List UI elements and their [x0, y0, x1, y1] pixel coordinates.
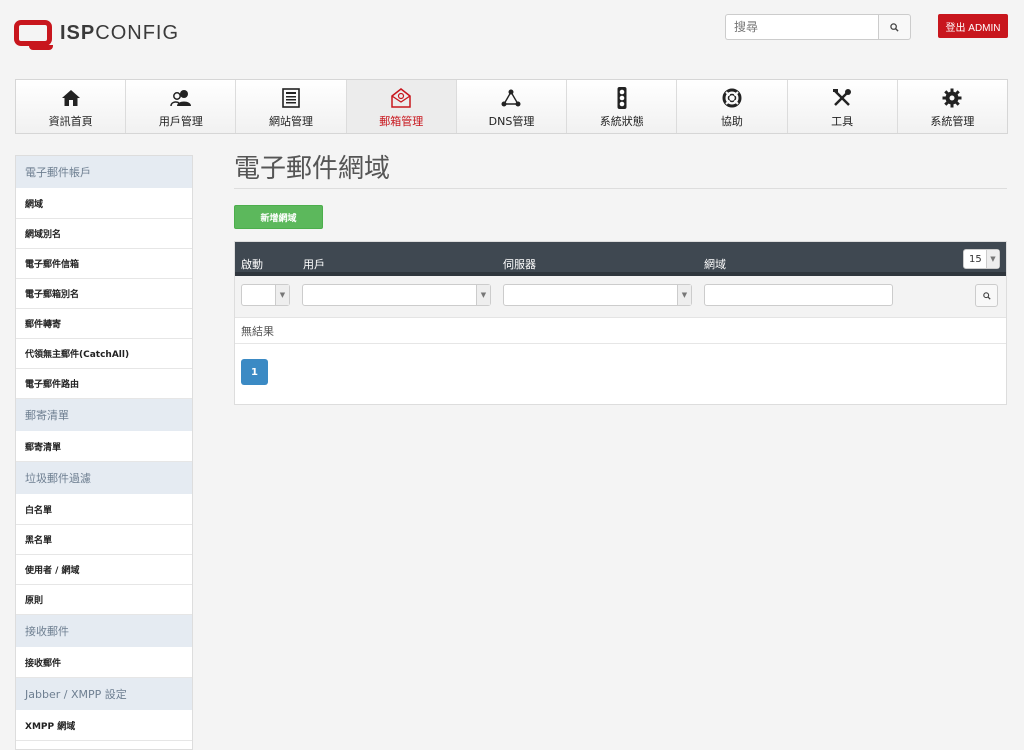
nav-label: 工具: [831, 115, 854, 128]
main-nav: 資訊首頁 用戶管理 網站管理 郵箱管理 DNS管理 系統狀態 協助 工具 系統管…: [15, 79, 1008, 134]
gear-icon: [942, 85, 962, 111]
chevron-down-icon: ▼: [985, 250, 999, 268]
nav-label: 郵箱管理: [379, 115, 424, 128]
nav-help[interactable]: 協助: [677, 80, 788, 133]
nav-label: 用戶管理: [158, 115, 203, 128]
ispconfig-logo[interactable]: ISPCONFIG: [14, 16, 179, 50]
filter-domain-input[interactable]: [704, 284, 893, 306]
nav-label: DNS管理: [488, 115, 535, 128]
sidebar-item-email-alias[interactable]: 電子郵箱別名: [16, 279, 192, 309]
website-icon: [282, 85, 300, 111]
nav-label: 網站管理: [269, 115, 314, 128]
per-page-select[interactable]: 15 ▼: [963, 249, 1000, 269]
logout-button[interactable]: 登出 ADMIN: [938, 14, 1008, 38]
sidebar-item-user-domain[interactable]: 使用者 / 網域: [16, 555, 192, 585]
tools-icon: [832, 85, 852, 111]
sidebar-group-title: 垃圾郵件過濾: [16, 462, 192, 495]
column-header-domain[interactable]: 網域: [704, 256, 726, 272]
nav-monitor[interactable]: 系統狀態: [567, 80, 678, 133]
chevron-down-icon: ▼: [677, 285, 691, 305]
table-header: 啟動 用戶 伺服器 網域 15 ▼: [235, 242, 1006, 276]
sidebar-item-policy[interactable]: 原則: [16, 585, 192, 615]
nav-dns[interactable]: DNS管理: [456, 80, 568, 133]
search-icon: [982, 291, 991, 300]
sidebar-item-domain[interactable]: 網域: [16, 189, 192, 219]
page-title: 電子郵件網域: [234, 154, 391, 184]
column-header-server[interactable]: 伺服器: [503, 256, 536, 272]
sidebar-item-routing[interactable]: 電子郵件路由: [16, 369, 192, 399]
search-button[interactable]: [878, 14, 911, 40]
sidebar-item-catchall[interactable]: 代領無主郵件(CatchAll): [16, 339, 192, 369]
add-domain-button[interactable]: 新增網域: [234, 205, 323, 229]
nav-label: 資訊首頁: [48, 115, 93, 128]
sidebar-group-title: Jabber / XMPP 設定: [16, 678, 192, 711]
sidebar-item-forward[interactable]: 郵件轉寄: [16, 309, 192, 339]
nav-sites[interactable]: 網站管理: [236, 80, 347, 133]
pagination-page-1[interactable]: 1: [241, 359, 268, 385]
nav-label: 協助: [720, 115, 743, 128]
global-search: [725, 14, 911, 40]
no-results-text: 無結果: [241, 325, 274, 338]
nav-home[interactable]: 資訊首頁: [16, 80, 127, 133]
sidebar-item-whitelist[interactable]: 白名單: [16, 495, 192, 525]
filter-search-button[interactable]: [975, 284, 998, 307]
chevron-down-icon: ▼: [275, 285, 289, 305]
nav-tools[interactable]: 工具: [787, 80, 898, 133]
email-icon: [390, 85, 412, 111]
sidebar-group-title: 郵寄清單: [16, 399, 192, 432]
chevron-down-icon: ▼: [476, 285, 490, 305]
title-divider: [234, 188, 1007, 189]
sidebar-item-blacklist[interactable]: 黑名單: [16, 525, 192, 555]
filter-active-select[interactable]: ▼: [241, 284, 290, 306]
nav-clients[interactable]: 用戶管理: [126, 80, 237, 133]
sidebar-group-title: 接收郵件: [16, 615, 192, 648]
sidebar-item-mailbox[interactable]: 電子郵件信箱: [16, 249, 192, 279]
row-divider: [235, 343, 1006, 344]
nav-system[interactable]: 系統管理: [897, 80, 1007, 133]
filter-row: ▼ ▼ ▼: [235, 276, 1006, 318]
users-icon: [170, 85, 192, 111]
help-icon: [722, 85, 742, 111]
per-page-value: 15: [969, 253, 982, 265]
domain-table-panel: 啟動 用戶 伺服器 網域 15 ▼ ▼ ▼ ▼ 無結果 1: [234, 241, 1007, 405]
sidebar-group-title: 電子郵件帳戶: [16, 156, 192, 189]
dns-icon: [501, 85, 521, 111]
home-icon: [61, 85, 81, 111]
logo-text: ISPCONFIG: [60, 21, 180, 44]
monitor-logo-icon: [14, 20, 53, 50]
column-header-client[interactable]: 用戶: [303, 256, 325, 272]
search-icon: [890, 22, 899, 32]
traffic-light-icon: [616, 85, 628, 111]
filter-server-select[interactable]: ▼: [503, 284, 692, 306]
sidebar-item-xmpp-domain[interactable]: XMPP 網域: [16, 711, 192, 741]
sidebar-item-domain-alias[interactable]: 網域別名: [16, 219, 192, 249]
nav-email[interactable]: 郵箱管理: [346, 80, 457, 133]
sidebar-item-mailing-list[interactable]: 郵寄清單: [16, 432, 192, 462]
nav-label: 系統狀態: [599, 115, 644, 128]
nav-label: 系統管理: [930, 115, 975, 128]
sidebar-item-fetchmail[interactable]: 接收郵件: [16, 648, 192, 678]
search-input[interactable]: [725, 14, 878, 40]
column-header-active[interactable]: 啟動: [241, 256, 263, 272]
filter-client-select[interactable]: ▼: [302, 284, 491, 306]
sidebar: 電子郵件帳戶 網域 網域別名 電子郵件信箱 電子郵箱別名 郵件轉寄 代領無主郵件…: [15, 155, 193, 750]
